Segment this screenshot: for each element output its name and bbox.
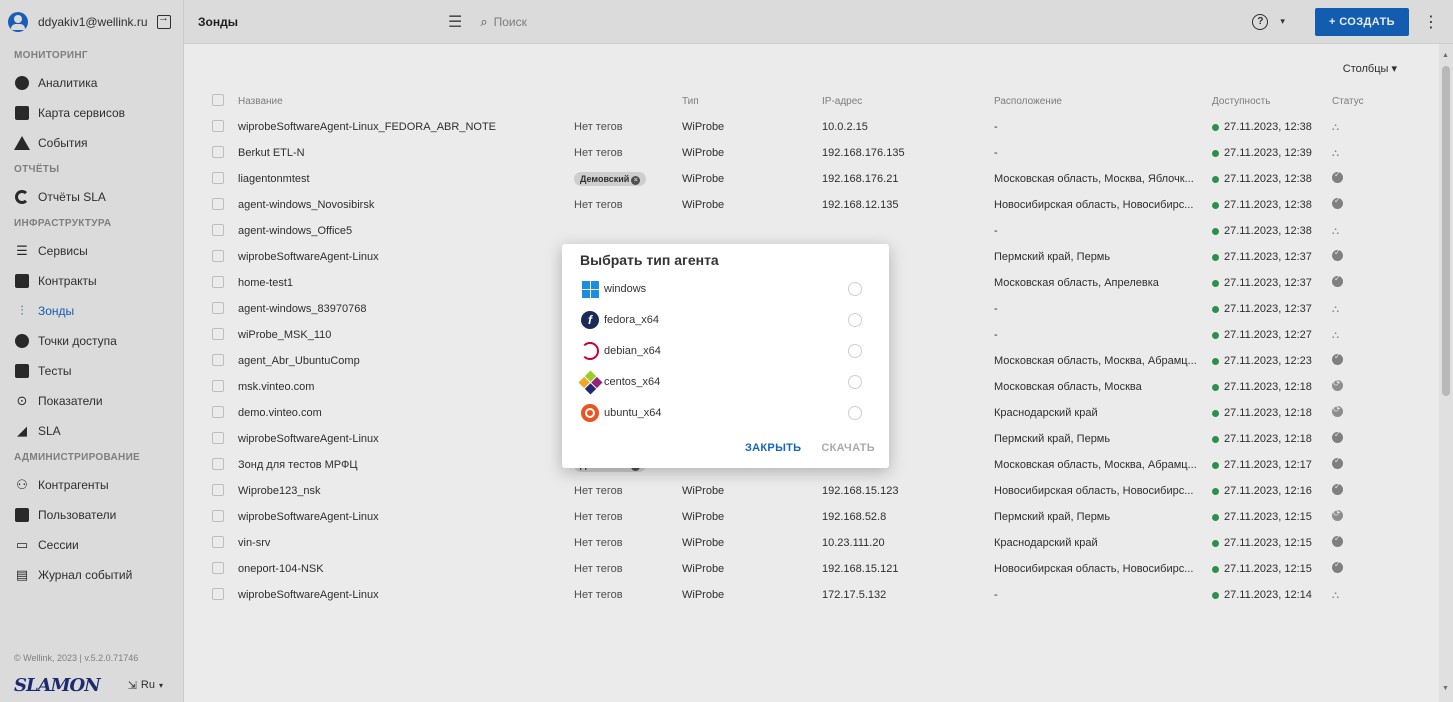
close-button[interactable]: ЗАКРЫТЬ bbox=[745, 442, 801, 454]
agent-option-ubuntu-x64[interactable]: ubuntu_x64 bbox=[580, 398, 872, 428]
dialog-actions: ЗАКРЫТЬ СКАЧАТЬ bbox=[745, 442, 875, 454]
agent-type-dialog: Выбрать тип агента windows f fedora_x64deb… bbox=[562, 244, 889, 468]
agent-option-label: debian_x64 bbox=[604, 345, 661, 357]
agent-option-fedora-x64[interactable]: f fedora_x64 bbox=[580, 305, 872, 335]
agent-option-label: windows bbox=[604, 283, 647, 295]
agent-option-label: ubuntu_x64 bbox=[604, 407, 662, 419]
debian-icon bbox=[580, 341, 600, 361]
ubuntu-icon bbox=[580, 403, 600, 423]
windows-icon bbox=[580, 279, 600, 299]
agent-option-label: centos_x64 bbox=[604, 376, 661, 388]
dialog-title: Выбрать тип агента bbox=[580, 252, 719, 268]
centos-icon bbox=[577, 369, 603, 395]
agent-option-debian-x64[interactable]: debian_x64 bbox=[580, 336, 872, 366]
download-button[interactable]: СКАЧАТЬ bbox=[821, 442, 875, 454]
agent-option-radio[interactable] bbox=[848, 344, 862, 358]
agent-option-label: fedora_x64 bbox=[604, 314, 660, 326]
agent-option-windows[interactable]: windows bbox=[580, 274, 872, 304]
agent-option-centos-x64[interactable]: centos_x64 bbox=[577, 367, 872, 397]
agent-option-radio[interactable] bbox=[848, 375, 862, 389]
agent-option-radio[interactable] bbox=[848, 406, 862, 420]
agent-option-radio[interactable] bbox=[848, 313, 862, 327]
fedora-icon: f bbox=[580, 310, 600, 330]
agent-option-radio[interactable] bbox=[848, 282, 862, 296]
